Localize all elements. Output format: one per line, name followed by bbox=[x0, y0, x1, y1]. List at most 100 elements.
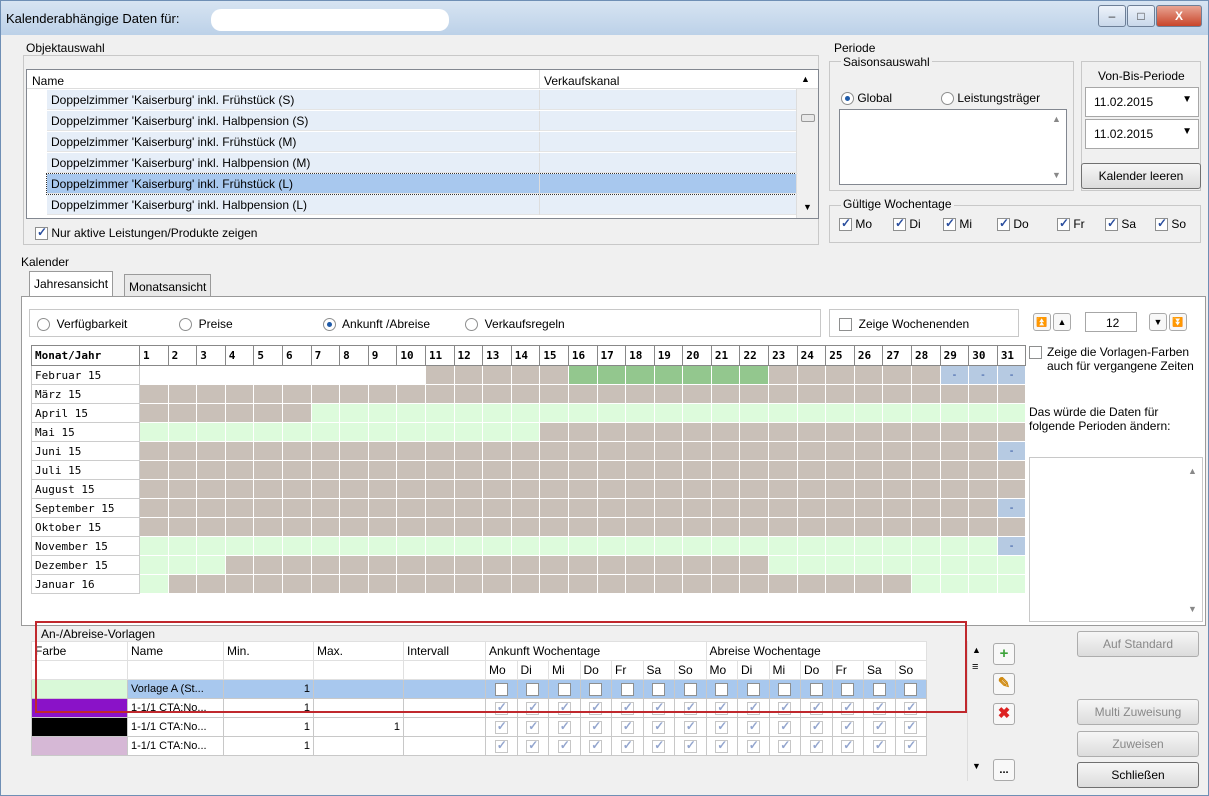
weekday-cell[interactable] bbox=[642, 736, 675, 756]
day-cell[interactable] bbox=[853, 365, 884, 385]
day-cell[interactable] bbox=[853, 422, 884, 442]
day-cell[interactable] bbox=[196, 441, 226, 461]
day-cell[interactable] bbox=[224, 555, 255, 575]
day-cell[interactable] bbox=[911, 536, 941, 556]
day-cell[interactable] bbox=[339, 479, 369, 499]
day-cell[interactable] bbox=[167, 460, 198, 480]
day-cell[interactable] bbox=[882, 365, 913, 385]
day-cell[interactable] bbox=[281, 536, 312, 556]
weekday-cell[interactable] bbox=[831, 736, 864, 756]
day-cell[interactable] bbox=[167, 365, 198, 385]
day-cell[interactable] bbox=[882, 441, 913, 461]
day-cell[interactable] bbox=[396, 403, 426, 423]
day-cell[interactable] bbox=[167, 536, 198, 556]
day-cell[interactable] bbox=[367, 403, 398, 423]
day-cell[interactable] bbox=[825, 574, 855, 594]
day-cell[interactable] bbox=[768, 441, 798, 461]
weekday-cell[interactable] bbox=[485, 736, 518, 756]
scrollbar-thumb-icon[interactable]: ≡ bbox=[972, 661, 978, 673]
day-cell[interactable] bbox=[653, 517, 684, 537]
day-cell[interactable] bbox=[367, 498, 398, 518]
day-cell[interactable] bbox=[339, 365, 369, 385]
day-cell[interactable] bbox=[625, 574, 655, 594]
day-cell[interactable] bbox=[796, 498, 827, 518]
day-cell[interactable] bbox=[453, 403, 484, 423]
day-cell[interactable] bbox=[339, 498, 369, 518]
day-cell[interactable] bbox=[996, 479, 1027, 499]
day-cell[interactable] bbox=[625, 422, 655, 442]
day-cell[interactable] bbox=[825, 441, 855, 461]
day-cell[interactable] bbox=[968, 384, 998, 404]
day-cell[interactable] bbox=[567, 574, 598, 594]
day-cell[interactable] bbox=[710, 574, 741, 594]
day-cell[interactable] bbox=[224, 536, 255, 556]
day-cell[interactable] bbox=[882, 460, 913, 480]
weekday-checkbox-mo[interactable]: Mo bbox=[839, 216, 872, 232]
day-cell[interactable] bbox=[739, 574, 770, 594]
day-cell[interactable] bbox=[882, 384, 913, 404]
day-cell[interactable] bbox=[911, 441, 941, 461]
day-cell[interactable] bbox=[224, 498, 255, 518]
day-cell[interactable] bbox=[367, 441, 398, 461]
day-cell[interactable] bbox=[853, 384, 884, 404]
day-cell[interactable] bbox=[625, 403, 655, 423]
day-cell[interactable] bbox=[653, 574, 684, 594]
day-cell[interactable] bbox=[710, 403, 741, 423]
day-cell[interactable] bbox=[424, 574, 455, 594]
vorlage-row[interactable]: 1-1/1 CTA:No... 1 1 bbox=[31, 717, 927, 737]
day-cell[interactable] bbox=[310, 441, 341, 461]
day-cell[interactable] bbox=[625, 441, 655, 461]
day-cell[interactable] bbox=[424, 403, 455, 423]
day-cell[interactable] bbox=[453, 460, 484, 480]
day-cell[interactable] bbox=[768, 422, 798, 442]
day-cell[interactable] bbox=[339, 460, 369, 480]
day-cell[interactable] bbox=[911, 384, 941, 404]
day-cell[interactable] bbox=[367, 536, 398, 556]
day-cell[interactable] bbox=[882, 574, 913, 594]
day-cell[interactable] bbox=[281, 422, 312, 442]
minimize-button[interactable]: – bbox=[1098, 5, 1126, 27]
day-cell[interactable] bbox=[596, 498, 627, 518]
day-cell[interactable] bbox=[253, 460, 283, 480]
day-cell[interactable] bbox=[911, 460, 941, 480]
weekday-checkbox-do[interactable]: Do bbox=[997, 216, 1029, 232]
day-cell[interactable] bbox=[196, 422, 226, 442]
day-cell[interactable] bbox=[882, 517, 913, 537]
day-cell[interactable] bbox=[939, 422, 970, 442]
day-cell[interactable] bbox=[539, 555, 569, 575]
day-cell[interactable] bbox=[796, 441, 827, 461]
day-cell[interactable] bbox=[539, 517, 569, 537]
day-cell[interactable] bbox=[768, 365, 798, 385]
day-cell[interactable] bbox=[281, 384, 312, 404]
day-cell[interactable] bbox=[653, 479, 684, 499]
tab-monatsansicht[interactable]: Monatsansicht bbox=[124, 274, 212, 297]
day-cell[interactable] bbox=[968, 498, 998, 518]
day-cell[interactable] bbox=[939, 384, 970, 404]
day-cell[interactable] bbox=[653, 441, 684, 461]
day-cell[interactable] bbox=[510, 517, 541, 537]
col-name[interactable]: Name bbox=[32, 74, 64, 88]
day-cell[interactable] bbox=[453, 498, 484, 518]
day-cell[interactable] bbox=[739, 460, 770, 480]
day-cell[interactable] bbox=[310, 365, 341, 385]
day-cell[interactable] bbox=[796, 365, 827, 385]
day-cell[interactable] bbox=[968, 479, 998, 499]
weekday-checkbox-sa[interactable]: Sa bbox=[1105, 216, 1136, 232]
day-cell[interactable] bbox=[139, 498, 169, 518]
day-cell[interactable] bbox=[196, 555, 226, 575]
day-cell[interactable] bbox=[167, 441, 198, 461]
day-cell[interactable] bbox=[482, 517, 512, 537]
day-cell[interactable] bbox=[482, 536, 512, 556]
day-cell[interactable] bbox=[367, 365, 398, 385]
day-cell[interactable] bbox=[396, 517, 426, 537]
weekday-cell[interactable] bbox=[579, 717, 612, 737]
day-cell[interactable] bbox=[367, 384, 398, 404]
day-cell[interactable] bbox=[139, 517, 169, 537]
day-cell[interactable] bbox=[710, 536, 741, 556]
day-cell[interactable] bbox=[139, 536, 169, 556]
day-cell[interactable] bbox=[625, 460, 655, 480]
day-cell[interactable] bbox=[510, 365, 541, 385]
day-cell[interactable] bbox=[653, 498, 684, 518]
day-cell[interactable] bbox=[682, 384, 712, 404]
day-cell[interactable] bbox=[339, 555, 369, 575]
